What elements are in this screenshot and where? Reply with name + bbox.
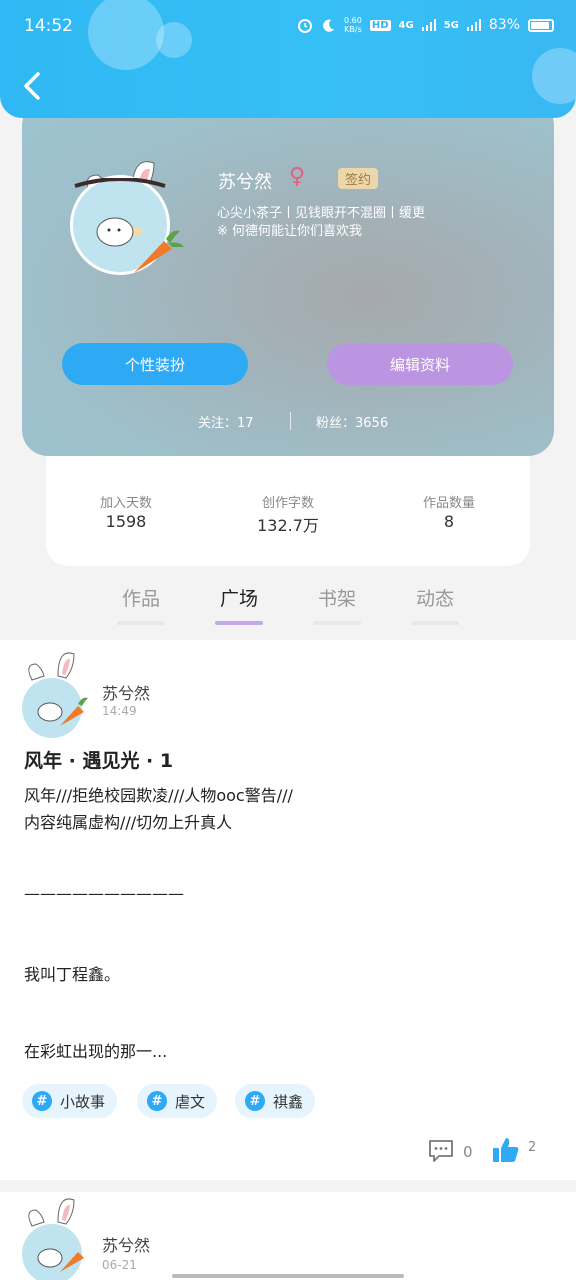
post-text-line: —————————— [24, 884, 184, 903]
post-tag[interactable]: # 小故事 [22, 1084, 118, 1118]
sim2-signal: 5G [443, 19, 459, 31]
post-text-line: 在彩虹出现的那一... [24, 1042, 168, 1061]
post-text-line: 风年///拒绝校园欺凌///人物ooc警告/// [24, 786, 293, 805]
comment-count: 0 [463, 1143, 473, 1161]
profile-bio-line1: 心尖小茶子丨见钱眼开不混圈丨缓更 [217, 206, 426, 221]
thumbs-up-icon[interactable] [492, 1136, 520, 1164]
edit-profile-button[interactable]: 编辑资料 [327, 343, 513, 385]
post-author: 苏兮然 [102, 684, 151, 703]
signed-badge: 签约 [338, 168, 379, 189]
alarm-icon [298, 19, 313, 33]
chevron-left-icon[interactable] [18, 68, 48, 104]
tab-underline [117, 621, 165, 625]
profile-bio-line2: ※ 何德何能让你们喜欢我 [217, 224, 363, 239]
tab-underline [411, 621, 459, 625]
carrot-icon [134, 230, 184, 273]
like-count: 2 [528, 1140, 537, 1155]
avatar[interactable] [70, 145, 184, 275]
stat-value: 132.7万 [257, 516, 319, 535]
tab-activity[interactable]: 动态 [405, 584, 465, 625]
moon-icon [323, 19, 335, 32]
tag-label: 小故事 [60, 1092, 106, 1111]
battery-icon [528, 18, 554, 32]
following-count[interactable]: 关注：17 [198, 412, 254, 431]
post-avatar[interactable] [22, 652, 88, 738]
tab-bookshelf[interactable]: 书架 [307, 584, 367, 625]
hashtag-icon: # [147, 1091, 167, 1111]
tag-label: 祺鑫 [273, 1092, 304, 1111]
status-time: 14:52 [24, 16, 73, 36]
tab-underline [313, 621, 361, 625]
profile-nickname: 苏兮然 [218, 172, 272, 193]
battery-percent: 83% [488, 17, 520, 33]
status-bar: 14:52 0.60 KB/s HD 4G 5G 83% [0, 0, 576, 54]
signal-icon [421, 19, 436, 31]
profile-card: 苏兮然 ♀ 签约 心尖小茶子丨见钱眼开不混圈丨缓更 ※ 何德何能让你们喜欢我 个… [22, 100, 554, 456]
stats-card: 加入天数 1598 创作字数 132.7万 作品数量 8 [46, 440, 530, 566]
net-speed-value: 0.60 [344, 16, 362, 25]
tag-label: 虐文 [175, 1092, 206, 1111]
stat-label: 创作字数 [261, 496, 314, 511]
header-bar: 14:52 0.60 KB/s HD 4G 5G 83% [0, 0, 576, 118]
status-icons: 0.60 KB/s HD 4G 5G 83% [297, 16, 554, 34]
net-speed-unit: KB/s [344, 25, 362, 34]
stat-join-days: 加入天数 1598 [46, 492, 206, 531]
net-speed: 0.60 KB/s [344, 16, 362, 34]
post-avatar[interactable] [22, 1198, 84, 1280]
tab-label: 动态 [415, 588, 454, 610]
stat-works-count: 作品数量 8 [369, 492, 529, 531]
bunny-avatar-icon [28, 1198, 84, 1272]
tab-label: 作品 [121, 588, 160, 610]
signal-icon [466, 19, 481, 31]
tab-square[interactable]: 广场 [209, 584, 269, 625]
follow-stats: 关注：17 粉丝：3656 [22, 412, 554, 432]
tab-label: 书架 [317, 588, 356, 610]
post-time: 14:49 [102, 704, 137, 718]
comment-icon[interactable] [428, 1138, 454, 1164]
sim1-signal: 4G [398, 19, 414, 31]
post-card[interactable]: 苏兮然 06-21 [0, 1192, 576, 1280]
decor-bubble [532, 48, 576, 104]
post-time: 06-21 [102, 1258, 137, 1272]
hashtag-icon: # [245, 1091, 265, 1111]
post-tag[interactable]: # 虐文 [137, 1084, 218, 1118]
post-text-line: 我叫丁程鑫。 [24, 965, 121, 984]
tab-label: 广场 [219, 588, 258, 610]
post-text-line: 内容纯属虚构///切勿上升真人 [24, 813, 233, 832]
bunny-avatar-icon [28, 652, 88, 726]
stat-label: 作品数量 [422, 496, 475, 511]
personalize-button[interactable]: 个性装扮 [62, 343, 248, 385]
stat-value: 1598 [105, 512, 147, 531]
stat-value: 8 [443, 512, 455, 531]
tab-works[interactable]: 作品 [111, 584, 171, 625]
post-tag[interactable]: # 祺鑫 [235, 1084, 316, 1118]
female-icon: ♀ [289, 164, 306, 189]
hd-icon: HD [369, 19, 391, 31]
home-indicator[interactable] [172, 1274, 404, 1278]
hashtag-icon: # [32, 1091, 52, 1111]
post-title[interactable]: 风年 · 遇见光 · 1 [24, 746, 173, 773]
tab-underline [215, 621, 263, 625]
stat-word-count: 创作字数 132.7万 [208, 492, 368, 536]
fans-count[interactable]: 粉丝：3656 [316, 412, 388, 431]
stat-label: 加入天数 [99, 496, 152, 511]
post-card[interactable]: 苏兮然 14:49 风年 · 遇见光 · 1 风年///拒绝校园欺凌///人物o… [0, 640, 576, 1180]
post-author: 苏兮然 [102, 1236, 151, 1255]
divider [290, 412, 291, 430]
profile-tabs: 作品 广场 书架 动态 [0, 578, 576, 628]
